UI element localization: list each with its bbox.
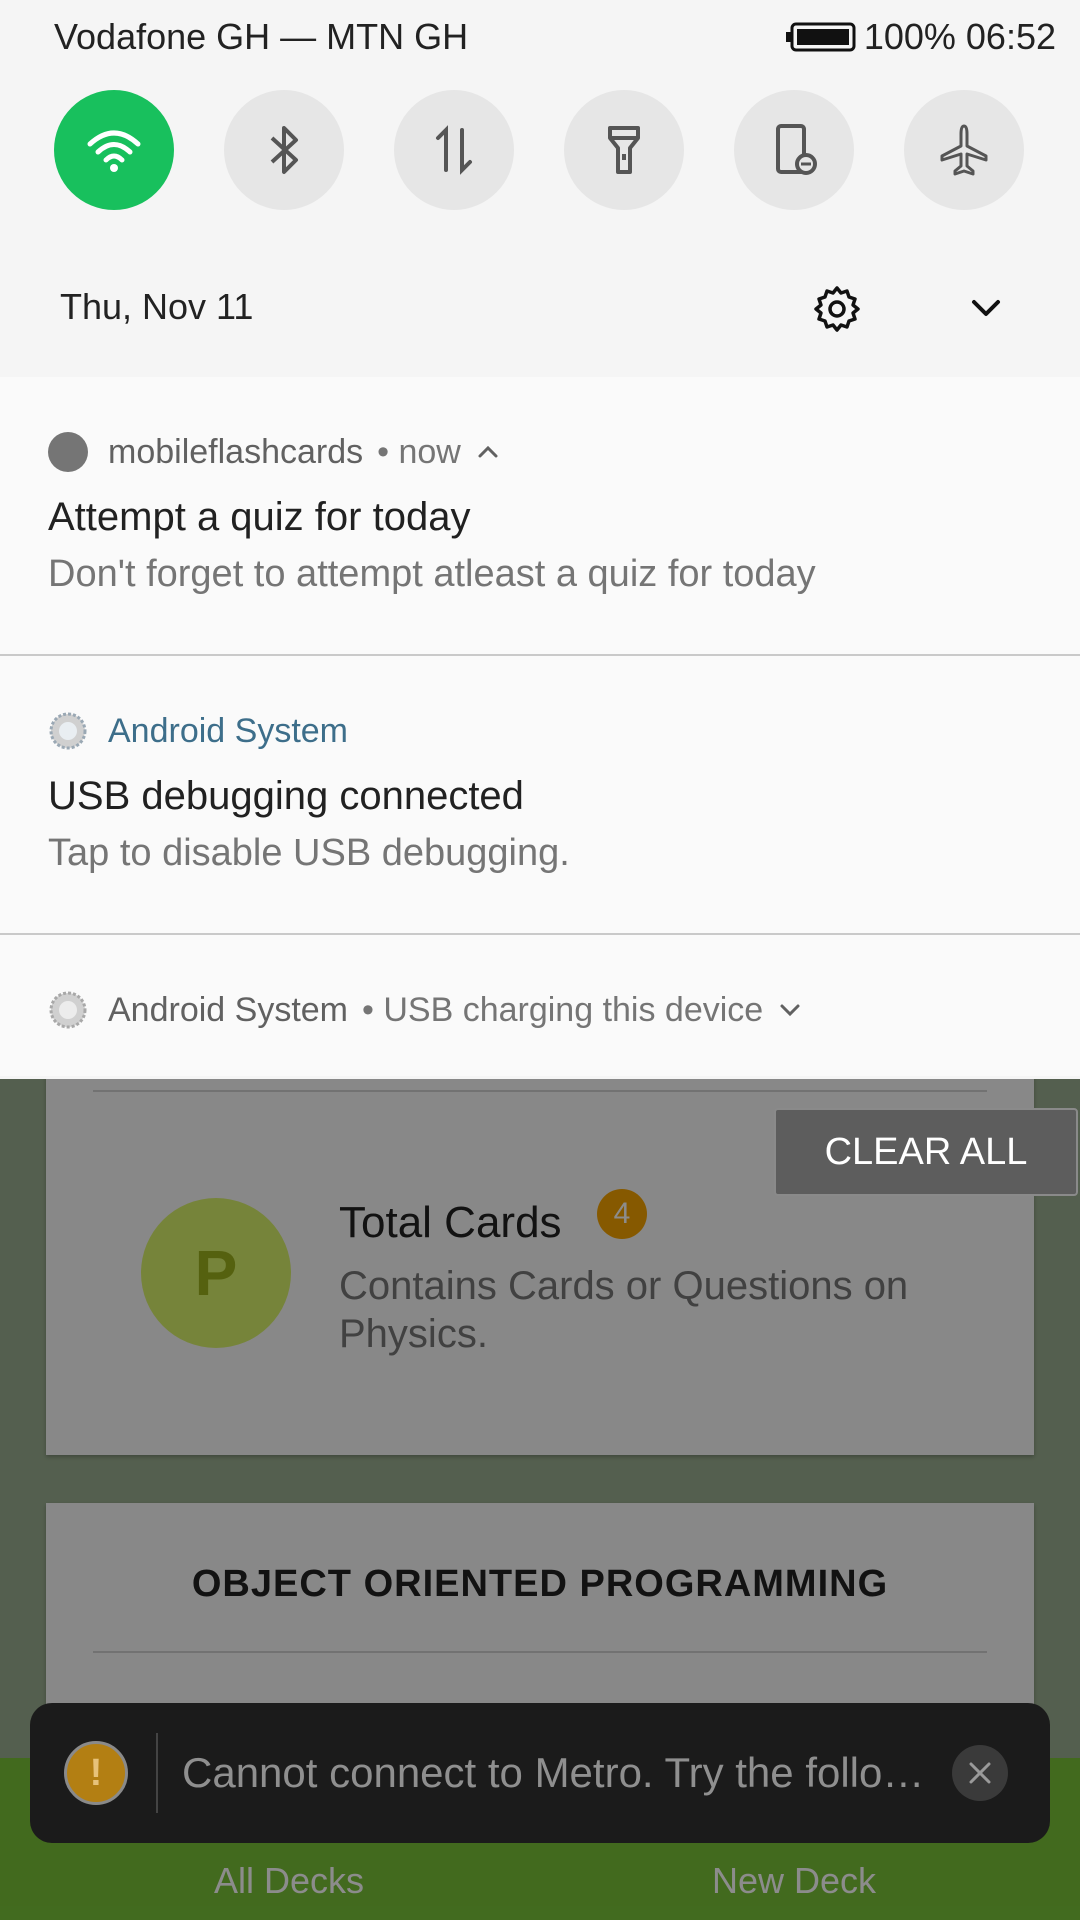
clock: 06:52: [965, 16, 1056, 57]
quick-settings: [0, 90, 1080, 210]
airplane-mode-toggle[interactable]: [904, 90, 1024, 210]
bluetooth-toggle[interactable]: [224, 90, 344, 210]
notification-item[interactable]: mobileflashcards • now Attempt a quiz fo…: [0, 377, 1080, 656]
bluetooth-icon: [270, 126, 298, 174]
notification-header: Android System: [48, 709, 348, 753]
wifi-icon: [87, 130, 141, 172]
flashlight-toggle[interactable]: [564, 90, 684, 210]
chevron-up-icon[interactable]: [475, 439, 501, 465]
clear-all-button[interactable]: CLEAR ALL: [774, 1108, 1078, 1196]
chevron-down-icon[interactable]: [777, 997, 803, 1023]
notification-text: Tap to disable USB debugging.: [48, 832, 570, 874]
android-system-icon: [49, 991, 87, 1029]
app-icon: [48, 432, 88, 472]
close-icon: [969, 1762, 991, 1784]
error-toast[interactable]: ! Cannot connect to Metro. Try the follo…: [30, 1703, 1050, 1843]
expand-chevron-icon[interactable]: [966, 288, 1006, 328]
notification-app-name: Android System: [108, 711, 348, 750]
screen-rotate-lock-icon: [776, 124, 817, 175]
notification-list: mobileflashcards • now Attempt a quiz fo…: [0, 377, 1080, 1076]
mobile-data-icon: [436, 125, 472, 175]
flashlight-icon: [608, 126, 640, 174]
android-system-icon: [49, 712, 87, 750]
notification-title: USB debugging connected: [48, 774, 524, 818]
date-row: Thu, Nov 11: [0, 272, 1080, 342]
date-label: Thu, Nov 11: [60, 286, 254, 327]
status-bar: Vodafone GH — MTN GH 100% 06:52: [0, 0, 1080, 74]
battery-icon: [786, 22, 856, 52]
warning-icon: !: [64, 1741, 128, 1805]
toast-close-button[interactable]: [952, 1745, 1008, 1801]
notification-title: Attempt a quiz for today: [48, 495, 471, 539]
notification-item[interactable]: Android System USB debugging connected T…: [0, 656, 1080, 935]
toast-divider: [156, 1733, 158, 1813]
notification-summary: • USB charging this device: [362, 990, 764, 1029]
notification-text: Don't forget to attempt atleast a quiz f…: [48, 553, 816, 595]
notification-header: mobileflashcards • now: [48, 430, 501, 474]
notification-item[interactable]: Android System • USB charging this devic…: [0, 935, 1080, 1076]
mobile-data-toggle[interactable]: [394, 90, 514, 210]
notification-time: • now: [377, 432, 461, 471]
notification-header: Android System • USB charging this devic…: [48, 988, 803, 1032]
battery-percent: 100%: [863, 16, 956, 57]
notification-app-name: mobileflashcards: [108, 432, 364, 471]
wifi-toggle[interactable]: [54, 90, 174, 210]
airplane-icon: [940, 124, 988, 176]
settings-gear-icon[interactable]: [812, 284, 862, 334]
notification-app-name: Android System: [108, 990, 348, 1029]
status-right: 100% 06:52: [864, 16, 1056, 58]
rotation-lock-toggle[interactable]: [734, 90, 854, 210]
toast-message: Cannot connect to Metro. Try the follo…: [182, 1749, 925, 1796]
carrier-label: Vodafone GH — MTN GH: [54, 16, 469, 57]
notification-shade: Vodafone GH — MTN GH 100% 06:52 Thu, Nov…: [0, 0, 1080, 1079]
